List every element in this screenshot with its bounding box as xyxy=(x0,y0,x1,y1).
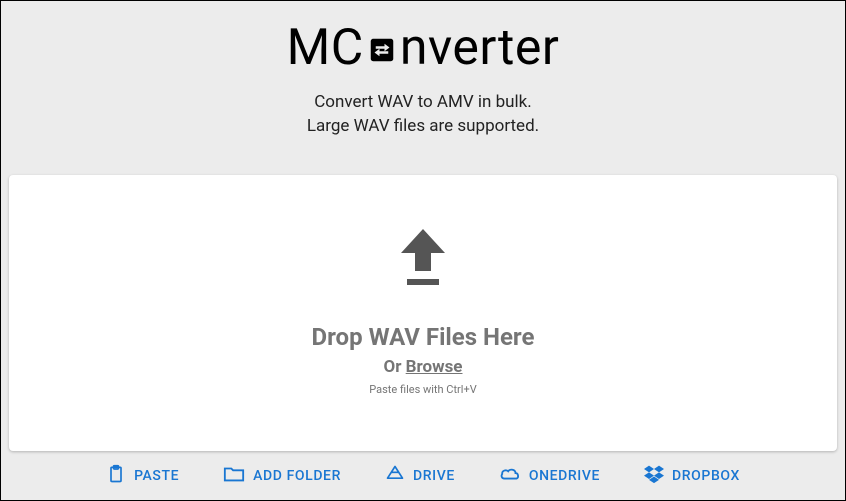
onedrive-icon xyxy=(499,464,521,488)
or-text: Or xyxy=(384,357,406,377)
paste-hint: Paste files with Ctrl+V xyxy=(369,383,476,396)
add-folder-label: ADD FOLDER xyxy=(253,468,341,484)
paste-label: PASTE xyxy=(134,468,179,484)
subtitle-line2: Large WAV files are supported. xyxy=(1,115,845,139)
subtitle-line1: Convert WAV to AMV in bulk. xyxy=(1,91,845,115)
drive-icon xyxy=(385,464,405,488)
drop-text: Drop WAV Files Here xyxy=(312,323,535,351)
drive-label: DRIVE xyxy=(413,468,455,484)
folder-icon xyxy=(223,464,245,488)
clipboard-icon xyxy=(106,464,126,488)
subtitle: Convert WAV to AMV in bulk. Large WAV fi… xyxy=(1,91,845,139)
upload-icon xyxy=(397,229,449,285)
onedrive-button[interactable]: ONEDRIVE xyxy=(499,464,600,488)
dropbox-icon xyxy=(644,464,664,488)
logo-text-post: nverter xyxy=(400,19,560,77)
dropbox-label: DROPBOX xyxy=(672,468,740,484)
convert-icon xyxy=(366,34,398,66)
add-folder-button[interactable]: ADD FOLDER xyxy=(223,464,341,488)
browse-line: Or Browse xyxy=(384,357,463,377)
header: MC nverter Convert WAV to AMV in bulk. L… xyxy=(1,1,845,139)
dropbox-button[interactable]: DROPBOX xyxy=(644,464,740,488)
dropzone[interactable]: Drop WAV Files Here Or Browse Paste file… xyxy=(9,175,837,451)
logo-text-pre: MC xyxy=(287,19,364,77)
bottom-bar: PASTE ADD FOLDER DRIVE ONEDRIVE xyxy=(1,456,845,500)
paste-button[interactable]: PASTE xyxy=(106,464,179,488)
logo: MC nverter xyxy=(287,19,560,77)
browse-link[interactable]: Browse xyxy=(406,357,463,377)
drive-button[interactable]: DRIVE xyxy=(385,464,455,488)
onedrive-label: ONEDRIVE xyxy=(529,468,600,484)
